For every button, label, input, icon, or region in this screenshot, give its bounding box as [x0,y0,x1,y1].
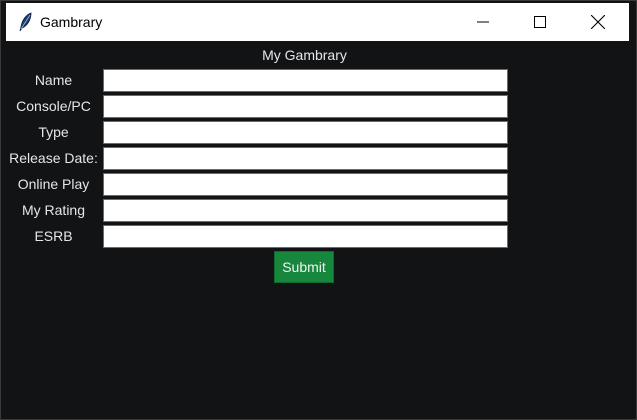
close-button[interactable] [575,3,621,41]
maximize-icon [534,16,546,28]
form-area: My Gambrary Name Console/PC Type Release… [6,41,629,415]
row-console: Console/PC [6,94,629,120]
name-input[interactable] [103,69,508,92]
row-type: Type [6,120,629,146]
online-play-label: Online Play [17,176,90,192]
esrb-input[interactable] [103,225,508,248]
submit-button[interactable]: Submit [274,251,334,283]
type-input[interactable] [103,121,508,144]
row-name: Name [6,68,629,94]
my-rating-label: My Rating [21,202,86,218]
online-play-input[interactable] [103,173,508,196]
console-label: Console/PC [16,98,91,114]
row-release-date: Release Date: [6,146,629,172]
release-date-input[interactable] [103,147,508,170]
row-my-rating: My Rating [6,198,629,224]
my-rating-input[interactable] [103,199,508,222]
row-online-play: Online Play [6,172,629,198]
close-icon [591,15,605,29]
type-label: Type [38,124,69,140]
window-title: Gambrary [40,14,103,30]
page-title: My Gambrary [262,47,347,63]
title-bar[interactable]: Gambrary [6,3,629,41]
name-label: Name [34,72,73,88]
feather-icon [18,12,34,32]
app-window: Gambrary My Gambrary Name Console/PC Typ… [0,0,637,420]
minimize-button[interactable] [460,3,506,41]
maximize-button[interactable] [517,3,563,41]
esrb-label: ESRB [34,228,73,244]
row-esrb: ESRB [6,224,629,250]
release-date-label: Release Date: [9,150,98,166]
minimize-icon [477,21,489,23]
console-input[interactable] [103,95,508,118]
